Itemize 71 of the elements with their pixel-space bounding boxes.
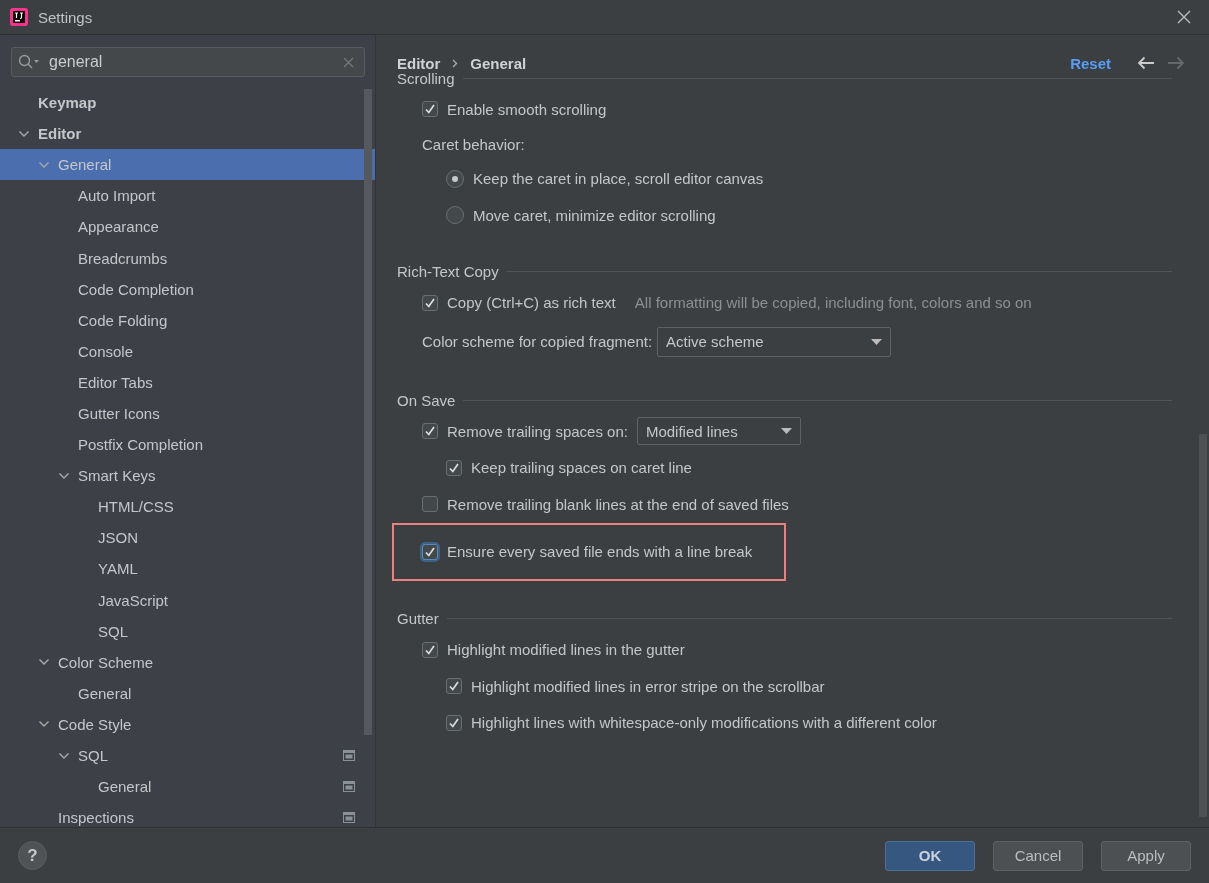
section-title: Rich-Text Copy (397, 263, 499, 280)
section-title: Scrolling (397, 69, 455, 87)
tree-item[interactable]: Keymap (0, 87, 375, 119)
search-icon (18, 54, 40, 70)
dropdown-arrow-icon (871, 338, 883, 345)
dialog-button[interactable]: Cancel (993, 840, 1083, 871)
tree-item[interactable]: JavaScript (0, 584, 375, 616)
checkbox-label[interactable]: Highlight modified lines in the gutter (447, 641, 685, 659)
help-button[interactable]: ? (18, 841, 47, 870)
checkbox-label[interactable]: Enable smooth scrolling (447, 100, 607, 118)
checkbox[interactable] (422, 496, 438, 513)
checkbox[interactable] (446, 714, 462, 731)
reset-link[interactable]: Reset (1070, 54, 1111, 72)
checkbox[interactable] (446, 459, 462, 476)
tree-item[interactable]: Inspections (0, 802, 375, 834)
section-title: Gutter (397, 610, 439, 627)
tree-item[interactable]: Console (0, 335, 375, 367)
radio-button[interactable] (446, 206, 464, 225)
tree-item[interactable]: Editor Tabs (0, 366, 375, 398)
dialog-button[interactable]: Apply (1101, 840, 1191, 871)
checkbox[interactable] (422, 101, 438, 118)
radio-label[interactable]: Keep the caret in place, scroll editor canvas (473, 170, 764, 188)
tree-item[interactable]: Gutter Icons (0, 397, 375, 430)
tree-item[interactable]: Code Completion (0, 273, 375, 305)
dropdown[interactable]: Modified lines (636, 417, 801, 446)
section-title: On Save (397, 391, 456, 409)
checkbox-label[interactable]: Keep trailing spaces on caret line (471, 459, 692, 477)
checkbox-label[interactable]: Remove trailing spaces on: (447, 422, 628, 440)
checkbox-label[interactable]: Remove trailing blank lines at the end of saved files (447, 495, 789, 513)
checkbox-label[interactable]: Highlight lines with whitespace-only modifications with a different color (471, 714, 937, 732)
tree-item[interactable]: Postfix Completion (0, 429, 375, 461)
dialog-button[interactable]: OK (885, 840, 975, 871)
tree-item[interactable]: SQL (0, 739, 375, 772)
breadcrumb-item[interactable]: General (470, 54, 527, 72)
tree-item[interactable]: Appearance (0, 211, 375, 243)
tree-item[interactable]: Auto Import (0, 180, 375, 212)
tree-item[interactable]: Code Folding (0, 304, 375, 336)
radio-button[interactable] (446, 169, 464, 188)
group-label: Caret behavior: (422, 135, 525, 153)
dropdown[interactable]: Active scheme (657, 326, 892, 357)
tree-item[interactable]: Color Scheme (0, 646, 375, 678)
radio-label[interactable]: Move caret, minimize editor scrolling (473, 206, 716, 224)
checkbox-label[interactable]: Copy (Ctrl+C) as rich text (447, 294, 616, 312)
checkbox[interactable] (446, 678, 462, 695)
chevron-icon (452, 58, 459, 68)
tree-item[interactable]: General (0, 677, 375, 709)
tree-item[interactable]: JSON (0, 522, 375, 554)
tree-item[interactable]: YAML (0, 553, 375, 585)
search-field[interactable]: general (11, 47, 365, 77)
tree-item[interactable]: Breadcrumbs (0, 242, 375, 274)
checkbox-label[interactable]: Ensure every saved file ends with a line break (447, 543, 753, 560)
checkbox[interactable] (422, 543, 438, 560)
tree-item[interactable]: SQL (0, 615, 375, 647)
checkbox[interactable] (422, 423, 438, 440)
back-arrow-icon[interactable] (1137, 56, 1155, 70)
hint-text: All formatting will be copied, including font, colors and so on (634, 294, 1032, 312)
tree-item[interactable]: Editor (0, 118, 375, 150)
dropdown-label: Color scheme for copied fragment: (422, 333, 653, 350)
checkbox[interactable] (422, 294, 438, 311)
tree-item[interactable]: Code Style (0, 708, 375, 740)
checkbox-label[interactable]: Highlight modified lines in error stripe on the scrollbar (471, 677, 825, 695)
app-icon (10, 8, 28, 26)
dropdown-arrow-icon (780, 428, 792, 435)
tree-item[interactable]: Smart Keys (0, 460, 375, 492)
checkbox[interactable] (422, 641, 438, 658)
scrollbar[interactable] (364, 89, 372, 735)
breadcrumb-item[interactable]: Editor (397, 54, 441, 72)
tree-item[interactable]: HTML/CSS (0, 491, 375, 523)
window-title: Settings (38, 8, 93, 26)
close-icon[interactable] (1177, 10, 1191, 24)
tree-item[interactable]: General (0, 771, 375, 803)
